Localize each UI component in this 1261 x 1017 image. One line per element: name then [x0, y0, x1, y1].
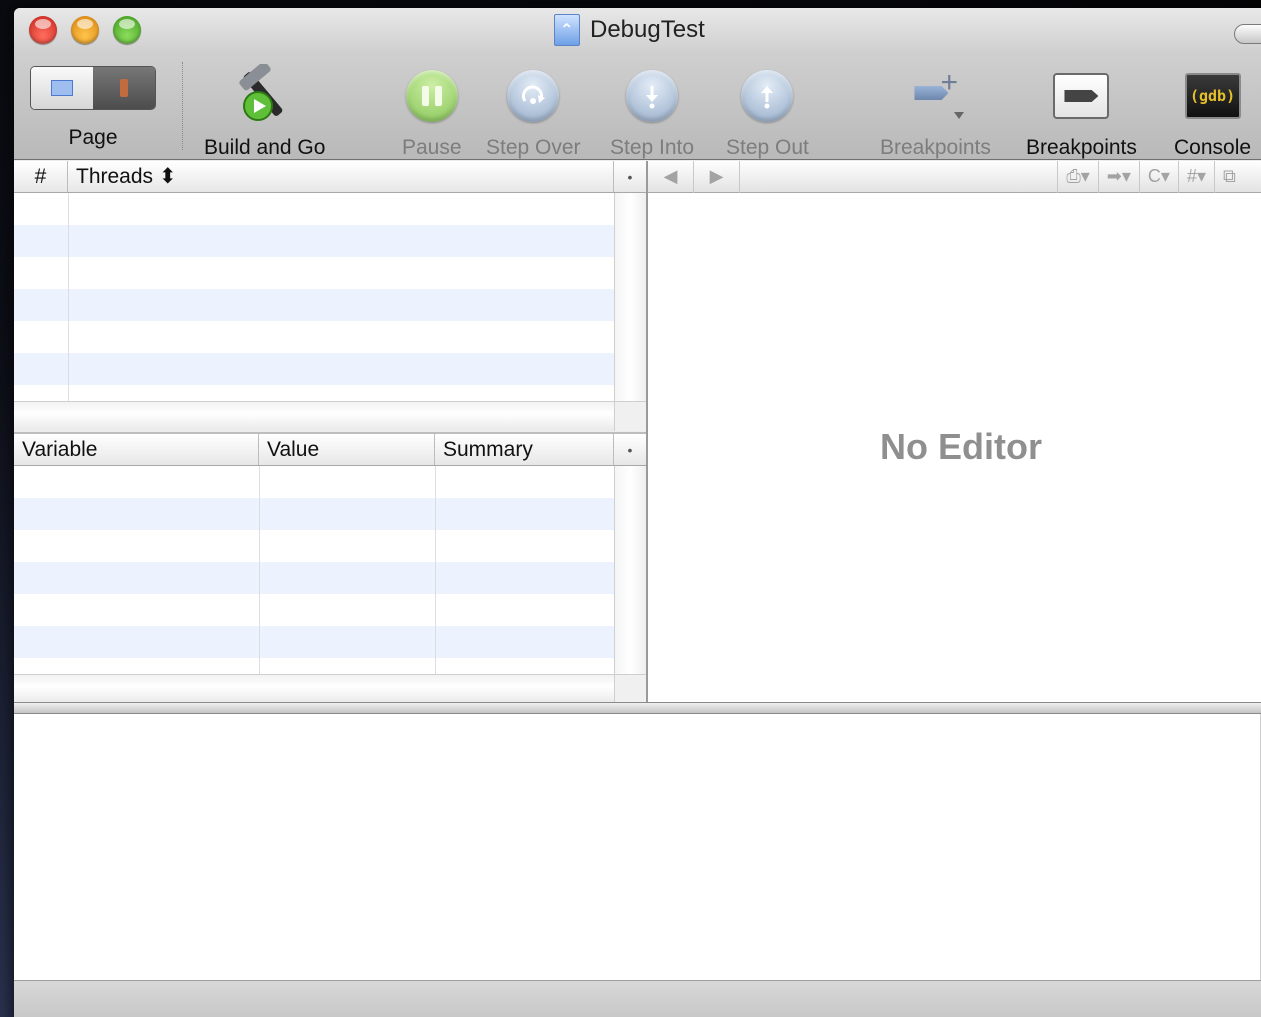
- table-row[interactable]: [14, 321, 614, 353]
- value-column-header[interactable]: Value: [259, 434, 435, 465]
- pause-label: Pause: [402, 136, 462, 159]
- console-label: Console: [1174, 136, 1252, 159]
- page-control: Page: [30, 58, 156, 150]
- table-row[interactable]: [14, 225, 614, 257]
- variables-horizontal-scrollbar[interactable]: [14, 674, 614, 702]
- breakpoints-icon: [1053, 73, 1110, 119]
- toolbar-toggle-button[interactable]: [1234, 24, 1261, 44]
- summary-column-header[interactable]: Summary: [435, 434, 614, 465]
- build-and-go-label: Build and Go: [204, 136, 326, 159]
- functions-popup-icon[interactable]: #▾: [1177, 160, 1214, 193]
- hammer-build-icon: [239, 64, 283, 121]
- forward-arrow-icon[interactable]: ▶: [694, 160, 740, 193]
- breakpoints-button[interactable]: Breakpoints: [1026, 60, 1137, 160]
- step-into-button[interactable]: Step Into: [610, 60, 694, 160]
- zoom-window-button[interactable]: [113, 16, 141, 44]
- step-over-label: Step Over: [486, 136, 581, 159]
- console-splitter[interactable]: [14, 702, 1261, 714]
- table-row[interactable]: [14, 353, 614, 385]
- variables-list[interactable]: [14, 466, 614, 674]
- editor-navigation-bar: ◀ ▶ ⎙▾ ➡▾ C▾ #▾ ⧉: [648, 160, 1261, 193]
- step-out-icon: [741, 70, 794, 122]
- bookmarks-popup-icon[interactable]: ⎙▾: [1057, 160, 1097, 193]
- step-into-icon: [626, 70, 679, 122]
- thread-number-column-header[interactable]: #: [14, 161, 68, 192]
- toolbar-separator: [182, 62, 183, 150]
- window-title: DebugTest: [554, 12, 705, 48]
- threads-column-options-button[interactable]: •: [614, 161, 646, 192]
- pause-icon: [405, 70, 458, 122]
- variables-header: Variable Value Summary •: [14, 434, 646, 466]
- table-row[interactable]: [14, 193, 614, 225]
- page-segmented-control[interactable]: [30, 66, 156, 110]
- no-editor-message: No Editor: [880, 426, 1042, 467]
- table-row[interactable]: [14, 562, 614, 594]
- table-row[interactable]: [14, 257, 614, 289]
- variables-vertical-scrollbar[interactable]: [614, 466, 646, 674]
- table-row[interactable]: [14, 289, 614, 321]
- page-label: Page: [68, 126, 118, 149]
- step-out-label: Step Out: [726, 136, 809, 159]
- debugger-page-icon[interactable]: [93, 67, 155, 109]
- threads-list[interactable]: [14, 193, 614, 401]
- step-over-button[interactable]: Step Over: [486, 60, 581, 160]
- variables-pane: Variable Value Summary •: [14, 432, 646, 702]
- table-row[interactable]: [14, 594, 614, 626]
- counterpart-icon[interactable]: ⧉: [1214, 160, 1261, 193]
- back-arrow-icon[interactable]: ◀: [648, 160, 694, 193]
- step-into-label: Step Into: [610, 136, 695, 159]
- project-document-icon: [554, 14, 580, 46]
- threads-scroll-corner: [614, 401, 646, 431]
- editor-pane: ◀ ▶ ⎙▾ ➡▾ C▾ #▾ ⧉ No Editor: [648, 160, 1261, 702]
- add-breakpoint-button[interactable]: + Breakpoints: [880, 60, 991, 160]
- breakpoints-label: Breakpoints: [1026, 136, 1137, 159]
- table-row[interactable]: [14, 466, 614, 498]
- console-button[interactable]: (gdb) Console: [1174, 60, 1251, 160]
- console-gdb-icon: (gdb): [1184, 73, 1241, 119]
- window-title-text: DebugTest: [590, 16, 705, 43]
- threads-column-header[interactable]: Threads ⬍: [68, 161, 614, 192]
- threads-horizontal-scrollbar[interactable]: [14, 401, 614, 431]
- add-breakpoint-label: Breakpoints: [880, 136, 991, 159]
- close-window-button[interactable]: [29, 16, 57, 44]
- add-breakpoint-icon: +: [900, 66, 970, 126]
- variables-column-options-button[interactable]: •: [614, 434, 646, 465]
- variable-column-header[interactable]: Variable: [14, 434, 259, 465]
- threads-vertical-scrollbar[interactable]: [614, 193, 646, 401]
- class-popup-icon[interactable]: C▾: [1138, 160, 1178, 193]
- toolbar: DebugTest Page Build and Go: [14, 8, 1261, 160]
- editor-page-icon[interactable]: [31, 67, 93, 109]
- table-row[interactable]: [14, 626, 614, 658]
- pause-button[interactable]: Pause: [402, 60, 462, 160]
- variables-scroll-corner: [614, 674, 646, 702]
- build-and-go-button[interactable]: Build and Go: [204, 60, 325, 160]
- status-bar: [14, 980, 1261, 1017]
- xcode-debugger-window: DebugTest Page Build and Go: [14, 8, 1261, 1017]
- table-row[interactable]: [14, 530, 614, 562]
- threads-header: # Threads ⬍ •: [14, 161, 646, 193]
- debugger-console-area[interactable]: [14, 714, 1261, 980]
- step-out-button[interactable]: Step Out: [726, 60, 809, 160]
- table-row[interactable]: [14, 498, 614, 530]
- breakpoints-popup-icon[interactable]: ➡▾: [1097, 160, 1139, 193]
- threads-pane: # Threads ⬍ •: [14, 161, 646, 431]
- minimize-window-button[interactable]: [71, 16, 99, 44]
- step-over-icon: [507, 70, 560, 122]
